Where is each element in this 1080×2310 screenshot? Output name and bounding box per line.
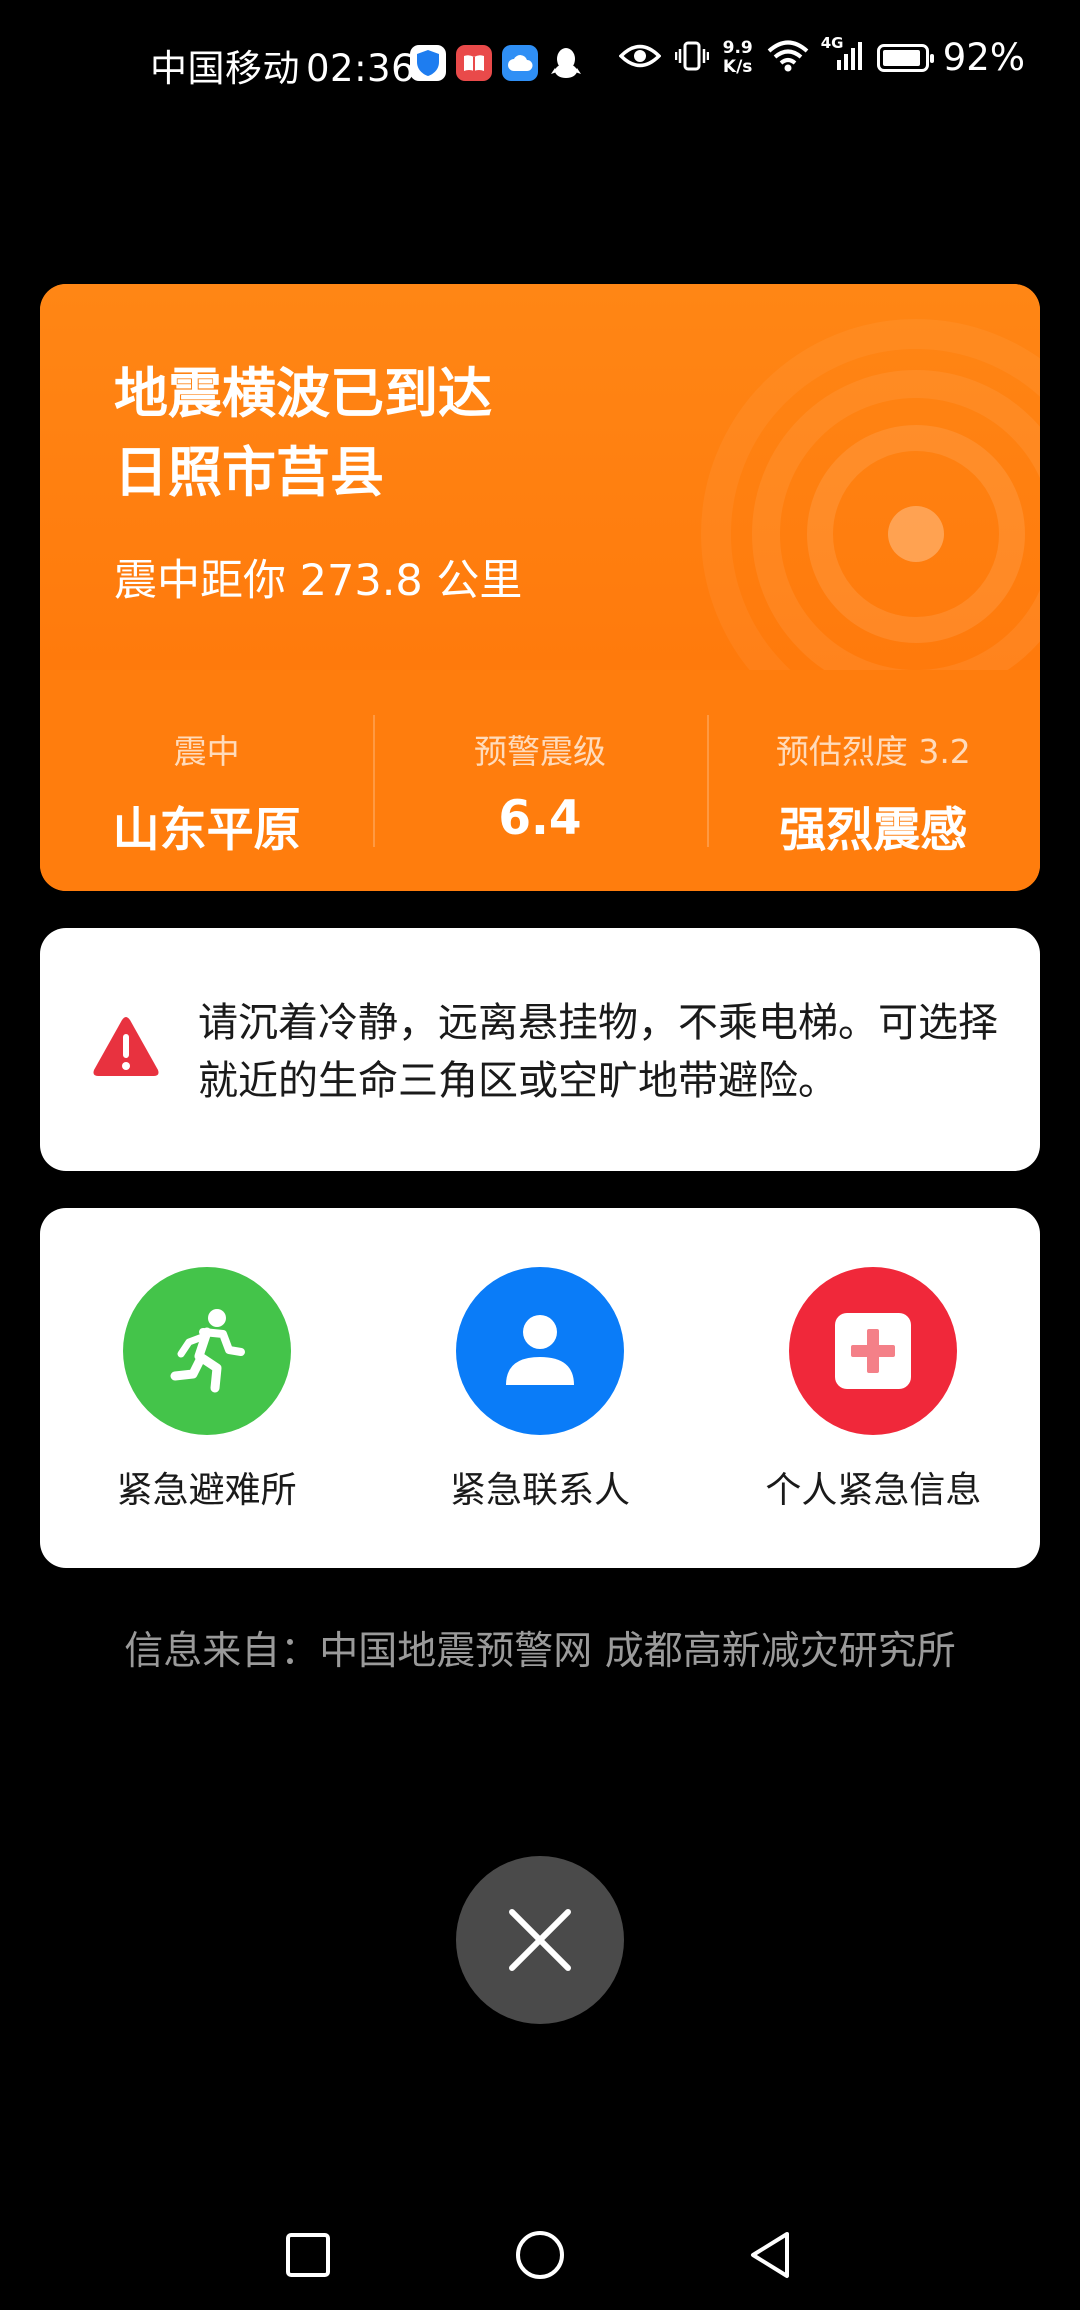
personal-emergency-info-button[interactable]: 个人紧急信息 bbox=[707, 1208, 1040, 1568]
close-button[interactable] bbox=[456, 1856, 624, 2024]
network-speed-value: 9.9 bbox=[722, 37, 753, 58]
notification-icons bbox=[410, 38, 584, 88]
earthquake-alert-card: 地震横波已到达 日照市莒县 震中距你 273.8 公里 震中 山东平原 预警震级… bbox=[40, 284, 1040, 891]
alert-header: 地震横波已到达 日照市莒县 震中距你 273.8 公里 bbox=[40, 284, 1040, 684]
book-app-icon bbox=[456, 45, 492, 81]
stat-label: 震中 bbox=[173, 732, 240, 771]
carrier-name: 中国移动 bbox=[150, 47, 300, 90]
system-status: 9.9 K/s 4G 92% bbox=[618, 34, 1025, 79]
action-label: 紧急避难所 bbox=[116, 1470, 297, 1511]
cellular-signal-icon: 4G bbox=[821, 34, 863, 76]
home-button[interactable] bbox=[510, 2225, 570, 2285]
emergency-shelter-button[interactable]: 紧急避难所 bbox=[40, 1208, 373, 1568]
safety-advice-card: 请沉着冷静，远离悬挂物，不乘电梯。可选择就近的生命三角区或空旷地带避险。 bbox=[40, 928, 1040, 1171]
close-icon bbox=[509, 1909, 571, 1971]
recents-button[interactable] bbox=[278, 2225, 338, 2285]
shelter-icon-circle bbox=[122, 1267, 291, 1435]
eye-comfort-icon bbox=[618, 43, 662, 73]
medical-cross-icon bbox=[835, 1313, 912, 1389]
stat-label: 预估烈度 3.2 bbox=[775, 732, 971, 771]
battery-percent: 92% bbox=[942, 36, 1025, 79]
alert-title-line2: 日照市莒县 bbox=[114, 441, 384, 504]
info-source-text: 信息来自：中国地震预警网 成都高新减灾研究所 bbox=[124, 1629, 956, 1674]
medical-info-icon-circle bbox=[789, 1267, 958, 1435]
action-label: 个人紧急信息 bbox=[765, 1470, 982, 1511]
warning-triangle-icon bbox=[93, 1017, 159, 1076]
epicenter-distance: 震中距你 273.8 公里 bbox=[114, 556, 523, 606]
cloud-app-icon bbox=[502, 45, 538, 81]
stat-value: 山东平原 bbox=[112, 803, 301, 858]
status-bar: 中国移动 02:36 9.9 K/s 4G 92% bbox=[0, 0, 1080, 125]
alert-title: 地震横波已到达 日照市莒县 bbox=[114, 354, 492, 512]
back-triangle-icon bbox=[751, 2232, 789, 2278]
network-speed: 9.9 K/s bbox=[722, 37, 753, 77]
carrier-time: 中国移动 02:36 bbox=[150, 38, 415, 92]
square-icon bbox=[286, 2233, 330, 2277]
vibrate-icon bbox=[674, 39, 709, 77]
circle-icon bbox=[516, 2231, 564, 2279]
battery-level-fill bbox=[882, 49, 920, 66]
stat-label: 预警震级 bbox=[473, 732, 606, 771]
wifi-icon bbox=[767, 40, 809, 76]
stat-magnitude: 预警震级 6.4 bbox=[373, 670, 706, 891]
clock: 02:36 bbox=[306, 47, 416, 90]
qq-penguin-icon bbox=[548, 45, 584, 81]
security-shield-icon bbox=[410, 45, 446, 81]
running-person-icon bbox=[170, 1309, 245, 1393]
person-icon bbox=[505, 1315, 574, 1385]
stat-value: 6.4 bbox=[498, 791, 582, 846]
signal-type-label: 4G bbox=[820, 33, 844, 52]
network-speed-unit: K/s bbox=[722, 56, 753, 77]
battery-icon bbox=[876, 43, 934, 72]
alert-stats: 震中 山东平原 预警震级 6.4 预估烈度 3.2 强烈震感 bbox=[40, 670, 1040, 891]
back-button[interactable] bbox=[740, 2225, 800, 2285]
alert-title-line1: 地震横波已到达 bbox=[114, 362, 492, 425]
system-navigation-bar bbox=[0, 2195, 1080, 2310]
stat-epicenter: 震中 山东平原 bbox=[40, 670, 373, 891]
stat-intensity: 预估烈度 3.2 强烈震感 bbox=[706, 670, 1040, 891]
emergency-actions-card: 紧急避难所 紧急联系人 个人紧急信息 bbox=[40, 1208, 1040, 1568]
emergency-contacts-button[interactable]: 紧急联系人 bbox=[373, 1208, 706, 1568]
contacts-icon-circle bbox=[455, 1267, 624, 1435]
safety-advice-text: 请沉着冷静，远离悬挂物，不乘电梯。可选择就近的生命三角区或空旷地带避险。 bbox=[198, 1000, 998, 1104]
action-label: 紧急联系人 bbox=[449, 1470, 630, 1511]
stat-value: 强烈震感 bbox=[779, 803, 968, 858]
epicenter-ripple-icon bbox=[701, 319, 1040, 684]
